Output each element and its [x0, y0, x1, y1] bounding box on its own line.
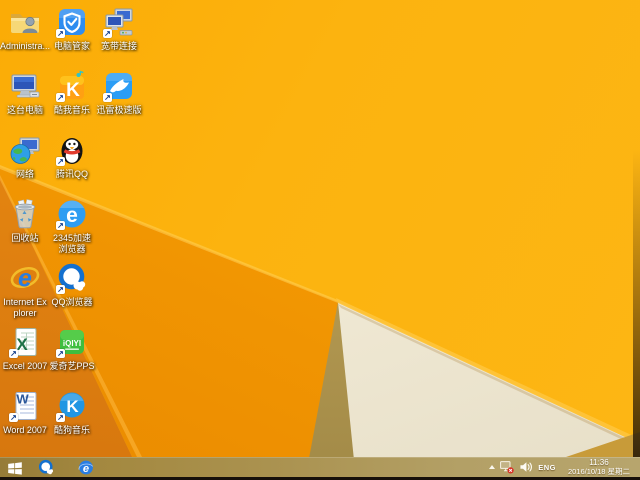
desktop-icon-broadband-connection[interactable]: ↗ 宽带连接 [96, 6, 142, 52]
clock-date: 2016/10/18 星期二 [567, 467, 631, 476]
internet-explorer-icon: e [9, 262, 41, 294]
desktop-icon-2345-browser[interactable]: e ↗ 2345加速浏览器 [49, 198, 95, 254]
svg-text:W: W [16, 392, 29, 407]
desktop-icon-administrator[interactable]: Administra... [0, 6, 50, 52]
taskbar-qq-browser-button[interactable] [37, 459, 55, 476]
shortcut-arrow-icon: ↗ [56, 221, 65, 230]
desktop-icon-label: 电脑管家 [53, 41, 90, 51]
kugou-music-icon: K ↗ [56, 390, 88, 422]
desktop-icon-qq-browser[interactable]: ↗ QQ浏览器 [49, 262, 95, 308]
svg-text:e: e [18, 265, 32, 293]
desktop: Administra... 这台电脑 网络 回收站 e Internet Exp… [0, 0, 640, 480]
shortcut-arrow-icon: ↗ [9, 413, 18, 422]
broadband-connection-icon: ↗ [103, 6, 135, 38]
desktop-icon-internet-explorer[interactable]: e Internet Explorer [2, 262, 48, 318]
desktop-icon-label: Internet Explorer [3, 297, 47, 318]
this-pc-icon [9, 70, 41, 102]
desktop-icon-label: Excel 2007 [2, 361, 48, 371]
desktop-icon-label: Administra... [0, 41, 50, 51]
administrator-folder-icon [9, 6, 41, 38]
qq-browser-icon [38, 459, 54, 475]
desktop-icon-label: 宽带连接 [100, 41, 137, 51]
2345-browser-icon: e ↗ [56, 198, 88, 230]
svg-text:X: X [16, 335, 28, 354]
taskbar-clock[interactable]: 11:36 2016/10/18 星期二 [561, 458, 637, 476]
shortcut-arrow-icon: ↗ [103, 93, 112, 102]
desktop-icon-network[interactable]: 网络 [2, 134, 48, 180]
desktop-icon-xunlei[interactable]: ↗ 迅雷极速版 [96, 70, 142, 116]
desktop-icon-label: 爱奇艺PPS [49, 361, 95, 371]
input-language-indicator[interactable]: ENG [538, 463, 556, 472]
network-globe-icon [9, 134, 41, 166]
desktop-icon-label: 这台电脑 [6, 105, 43, 115]
taskbar: e ENG 11:36 2016/10/18 星期二 [0, 457, 640, 477]
svg-text:e: e [66, 204, 78, 227]
desktop-icon-pc-manager[interactable]: ↗ 电脑管家 [49, 6, 95, 52]
desktop-icon-label: 腾讯QQ [55, 169, 88, 179]
desktop-icon-kugou-music[interactable]: K ↗ 酷狗音乐 [49, 390, 95, 436]
desktop-icon-label: Word 2007 [3, 425, 47, 435]
svg-text:K: K [66, 80, 80, 101]
system-tray: ENG 11:36 2016/10/18 星期二 [489, 457, 637, 477]
excel-icon: X ↗ [9, 326, 41, 358]
desktop-icon-this-pc[interactable]: 这台电脑 [2, 70, 48, 116]
shortcut-arrow-icon: ↗ [56, 29, 65, 38]
desktop-icon-tencent-qq[interactable]: ↗ 腾讯QQ [49, 134, 95, 180]
volume-icon[interactable] [519, 461, 533, 473]
screen-right-edge-shade [633, 150, 640, 480]
desktop-icon-label: 酷狗音乐 [53, 425, 90, 435]
pc-manager-shield-icon: ↗ [56, 6, 88, 38]
svg-text:iQIYI: iQIYI [63, 339, 81, 348]
show-hidden-icons-chevron-icon[interactable] [489, 465, 496, 469]
desktop-icon-excel-2007[interactable]: X ↗ Excel 2007 [2, 326, 48, 372]
desktop-icon-iqiyi-pps[interactable]: iQIYI ↗ 爱奇艺PPS [49, 326, 95, 372]
windows-logo-icon [8, 462, 22, 475]
desktop-icon-label: 酷我音乐 [53, 105, 90, 115]
clock-time: 11:36 [589, 458, 609, 467]
shortcut-arrow-icon: ↗ [56, 285, 65, 294]
desktop-icon-word-2007[interactable]: W ↗ Word 2007 [2, 390, 48, 436]
shortcut-arrow-icon: ↗ [56, 93, 65, 102]
internet-explorer-icon: e [78, 460, 94, 475]
desktop-icon-label: 网络 [15, 169, 34, 179]
start-button[interactable] [6, 459, 24, 476]
shortcut-arrow-icon: ↗ [103, 29, 112, 38]
recycle-bin-icon [9, 198, 41, 230]
qq-penguin-icon: ↗ [56, 134, 88, 166]
iqiyi-icon: iQIYI ↗ [56, 326, 88, 358]
svg-text:K: K [66, 397, 79, 416]
network-status-icon[interactable] [500, 460, 514, 474]
taskbar-internet-explorer-button[interactable]: e [77, 459, 95, 476]
desktop-icon-label: QQ浏览器 [51, 297, 93, 307]
desktop-icon-label: 回收站 [11, 233, 39, 243]
kuwo-music-icon: K ↗ [56, 70, 88, 102]
shortcut-arrow-icon: ↗ [56, 349, 65, 358]
desktop-icon-label: 迅雷极速版 [96, 105, 142, 115]
desktop-icon-recycle-bin[interactable]: 回收站 [2, 198, 48, 244]
word-icon: W ↗ [9, 390, 41, 422]
shortcut-arrow-icon: ↗ [56, 413, 65, 422]
xunlei-bird-icon: ↗ [103, 70, 135, 102]
desktop-icon-kuwo-music[interactable]: K ↗ 酷我音乐 [49, 70, 95, 116]
shortcut-arrow-icon: ↗ [9, 349, 18, 358]
desktop-icon-label: 2345加速浏览器 [52, 233, 92, 254]
shortcut-arrow-icon: ↗ [56, 157, 65, 166]
qq-browser-icon: ↗ [56, 262, 88, 294]
